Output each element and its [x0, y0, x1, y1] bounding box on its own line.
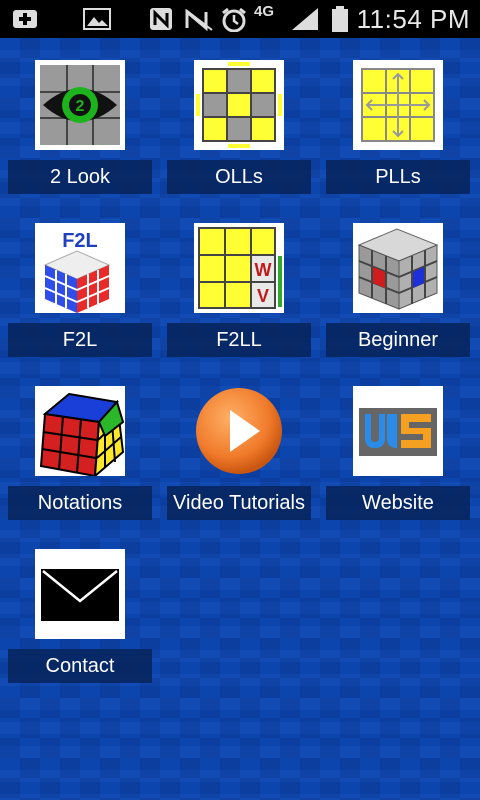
no-signal-icon — [185, 8, 213, 32]
pll-arrows-icon — [353, 60, 443, 150]
tile-label: F2LL — [167, 323, 311, 357]
svg-text:F2L: F2L — [62, 230, 98, 252]
envelope-icon — [35, 549, 125, 639]
network-type: 4G — [254, 3, 275, 20]
clock: 11:54 PM — [356, 4, 470, 34]
tile-label: Beginner — [326, 323, 470, 357]
eye-icon: 2 — [35, 60, 125, 150]
nfc-icon — [150, 8, 172, 30]
f2ll-grid-icon: W V — [194, 223, 284, 313]
alarm-icon — [222, 7, 246, 32]
gray-cube-icon — [353, 223, 443, 313]
tile-label: OLLs — [167, 160, 311, 194]
rubiks-cube-icon — [35, 386, 125, 479]
tile-label: F2L — [8, 323, 152, 357]
add-icon — [13, 10, 37, 28]
tile-label: Notations — [8, 486, 152, 520]
svg-text:V: V — [257, 286, 269, 306]
tile-label: Website — [326, 486, 470, 520]
website-logo-icon — [353, 386, 443, 476]
tile-label: 2 Look — [8, 160, 152, 194]
tile-label: Video Tutorials — [167, 486, 311, 520]
tile-label: PLLs — [326, 160, 470, 194]
image-icon — [83, 8, 111, 30]
play-icon — [196, 388, 282, 474]
status-bar: 4G 11:54 PM — [0, 0, 480, 38]
svg-text:2: 2 — [76, 98, 85, 115]
signal-icon — [292, 8, 318, 30]
svg-text:W: W — [255, 260, 272, 280]
tile-label: Contact — [8, 649, 152, 683]
oll-grid-icon — [194, 60, 284, 150]
battery-icon — [332, 6, 348, 32]
f2l-cube-icon: F2L — [35, 223, 125, 313]
